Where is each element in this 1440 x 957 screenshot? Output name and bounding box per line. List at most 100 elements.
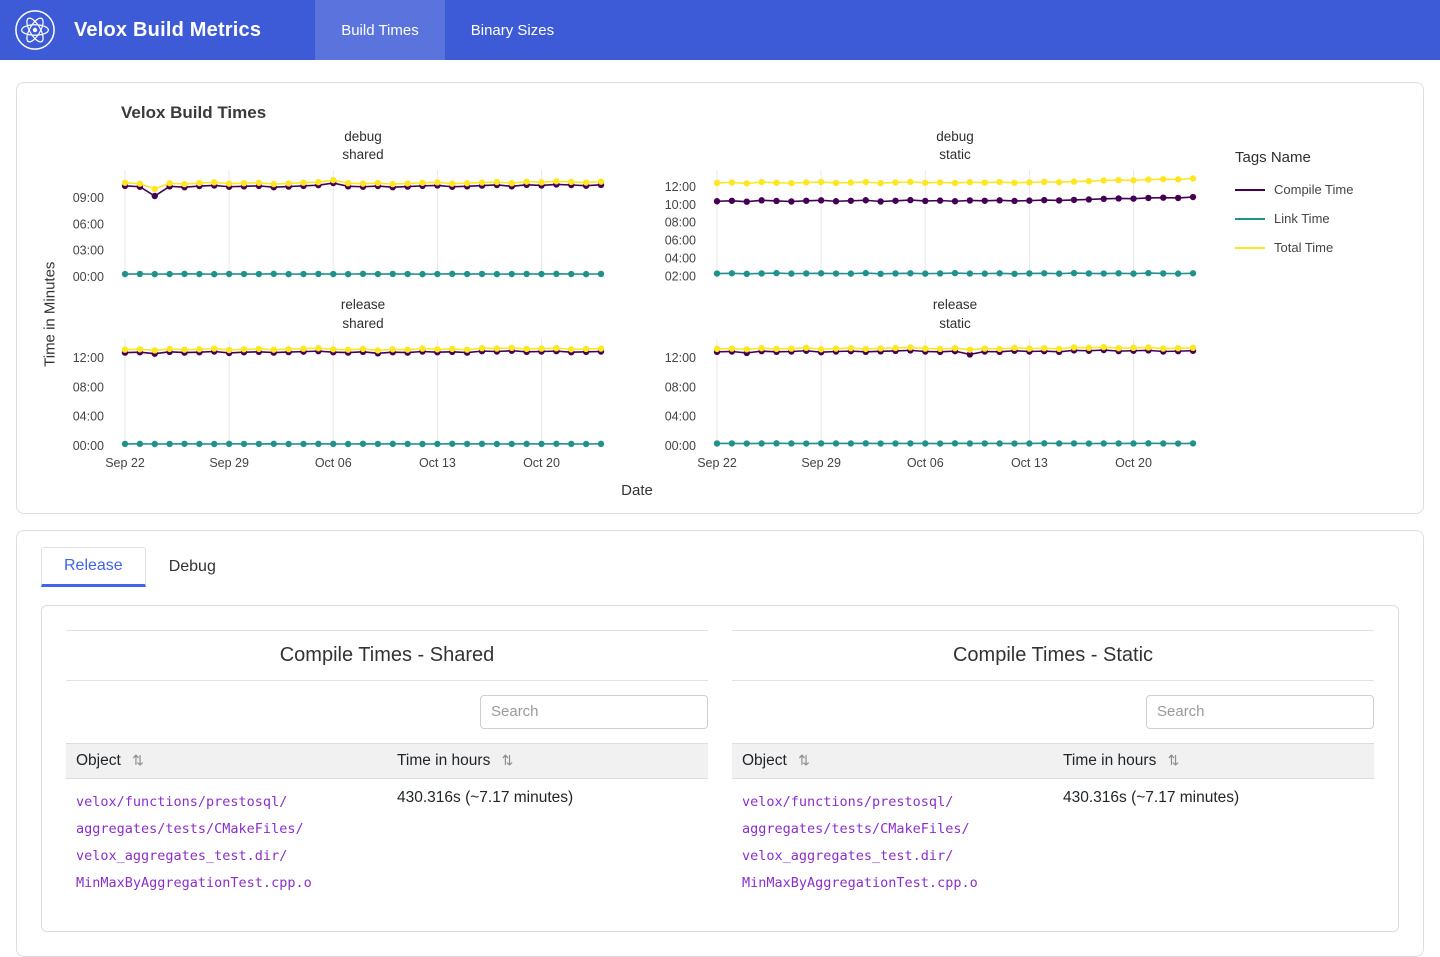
column-header-time[interactable]: Time in hours ⇅: [1053, 743, 1374, 778]
header-row: Object ⇅ Time in hours ⇅: [732, 743, 1374, 778]
column-label: Object: [76, 752, 121, 769]
legend-item-compile-time[interactable]: Compile Time: [1235, 182, 1385, 197]
tab-debug[interactable]: Debug: [146, 547, 239, 587]
svg-text:00:00: 00:00: [73, 439, 104, 453]
facet-title: debugstatic: [705, 123, 1205, 166]
column-header-time[interactable]: Time in hours ⇅: [387, 743, 708, 778]
svg-text:12:00: 12:00: [665, 180, 696, 194]
facet-grid: debugshared 00:00 03:00 06:00 09:00 debugstat…: [63, 123, 1211, 482]
legend-swatch: [1235, 218, 1265, 220]
svg-text:00:00: 00:00: [73, 271, 104, 285]
navbar: Velox Build Metrics Build Times Binary S…: [0, 0, 1440, 60]
table-title-shared: Compile Times - Shared: [66, 630, 708, 681]
x-axis-label: Date: [63, 482, 1211, 499]
svg-text:Sep 29: Sep 29: [209, 456, 249, 470]
svg-text:Sep 29: Sep 29: [801, 456, 841, 470]
facet-plot[interactable]: 02:00 04:00 06:00 08:00 10:00 12:00: [655, 166, 1211, 286]
svg-text:06:00: 06:00: [665, 234, 696, 248]
svg-text:Oct 13: Oct 13: [1011, 456, 1048, 470]
chart-title: Velox Build Times: [121, 103, 1403, 123]
svg-text:Sep 22: Sep 22: [105, 456, 145, 470]
compile-times-panel: Release Debug Compile Times - Shared Obj…: [16, 530, 1424, 957]
legend-label: Total Time: [1274, 240, 1333, 255]
column-label: Time in hours: [397, 752, 490, 769]
facet-release-static: releasestatic Sep 22 Sep 29 Oct 06 Oct 13 Oct…: [655, 291, 1211, 481]
legend-item-total-time[interactable]: Total Time: [1235, 240, 1385, 255]
legend-title: Tags Name: [1235, 149, 1385, 166]
svg-text:00:00: 00:00: [665, 439, 696, 453]
atom-logo-icon[interactable]: [14, 9, 56, 51]
facet-title: debugshared: [113, 123, 613, 166]
svg-text:12:00: 12:00: [665, 351, 696, 365]
data-table-shared: Object ⇅ Time in hours ⇅ velox/func: [66, 743, 708, 907]
column-header-object[interactable]: Object ⇅: [732, 743, 1053, 778]
facet-debug-shared: debugshared 00:00 03:00 06:00 09:00: [63, 123, 619, 291]
legend-items: Compile Time Link Time Total Time: [1235, 182, 1385, 255]
sort-icon[interactable]: ⇅: [1168, 752, 1180, 768]
tables-container: Compile Times - Shared Object ⇅ Time in …: [41, 605, 1399, 932]
sort-icon[interactable]: ⇅: [798, 752, 810, 768]
build-type-tabs: Release Debug: [41, 547, 1399, 587]
time-value: 430.316s (~7.17 minutes): [387, 778, 708, 907]
chart-legend: Tags Name Compile Time Link Time Total Tim…: [1235, 149, 1385, 505]
svg-text:08:00: 08:00: [665, 380, 696, 394]
nav-tab-build-times[interactable]: Build Times: [315, 0, 445, 60]
header-row: Object ⇅ Time in hours ⇅: [66, 743, 708, 778]
facet-plot[interactable]: 00:00 03:00 06:00 09:00: [63, 166, 619, 286]
compile-times-static-table: Compile Times - Static Object ⇅ Time in …: [732, 630, 1374, 907]
legend-label: Link Time: [1274, 211, 1330, 226]
svg-text:Oct 20: Oct 20: [523, 456, 560, 470]
search-input-shared[interactable]: [480, 695, 708, 729]
svg-text:03:00: 03:00: [73, 244, 104, 258]
svg-text:08:00: 08:00: [665, 216, 696, 230]
svg-text:08:00: 08:00: [73, 380, 104, 394]
facet-area: debugshared 00:00 03:00 06:00 09:00 debugstat…: [63, 123, 1211, 505]
time-value: 430.316s (~7.17 minutes): [1053, 778, 1374, 907]
search-input-static[interactable]: [1146, 695, 1374, 729]
nav-tab-binary-sizes[interactable]: Binary Sizes: [445, 0, 580, 60]
app-title: Velox Build Metrics: [74, 19, 261, 42]
svg-text:Oct 13: Oct 13: [419, 456, 456, 470]
facet-plot[interactable]: Sep 22 Sep 29 Oct 06 Oct 13 Oct 20 00:00 04:00…: [655, 335, 1211, 477]
svg-text:04:00: 04:00: [665, 410, 696, 424]
svg-text:04:00: 04:00: [73, 410, 104, 424]
svg-text:06:00: 06:00: [73, 218, 104, 232]
compile-times-shared-table: Compile Times - Shared Object ⇅ Time in …: [66, 630, 708, 907]
object-link[interactable]: velox/functions/prestosql/ aggregates/te…: [742, 789, 1043, 897]
table-row: velox/functions/prestosql/ aggregates/te…: [732, 778, 1374, 907]
sort-icon[interactable]: ⇅: [502, 752, 514, 768]
search-row: [66, 681, 708, 743]
column-label: Object: [742, 752, 787, 769]
facet-plot[interactable]: Sep 22 Sep 29 Oct 06 Oct 13 Oct 20 00:00 04:00…: [63, 335, 619, 477]
table-row: velox/functions/prestosql/ aggregates/te…: [66, 778, 708, 907]
search-row: [732, 681, 1374, 743]
build-times-chart-card: Velox Build Times Time in Minutes debugs…: [16, 82, 1424, 514]
facet-release-shared: releaseshared Sep 22 Sep 29 Oct 06 Oct 13 Oct…: [63, 291, 619, 481]
facet-title: releaseshared: [113, 291, 613, 334]
svg-text:02:00: 02:00: [665, 270, 696, 284]
nav-tabs: Build Times Binary Sizes: [315, 0, 580, 60]
svg-text:10:00: 10:00: [665, 198, 696, 212]
column-label: Time in hours: [1063, 752, 1156, 769]
chart-layout: Time in Minutes debugshared 00:00 03:00 06:…: [37, 123, 1403, 505]
object-link[interactable]: velox/functions/prestosql/ aggregates/te…: [76, 789, 377, 897]
legend-item-link-time[interactable]: Link Time: [1235, 211, 1385, 226]
svg-text:04:00: 04:00: [665, 252, 696, 266]
y-axis-label: Time in Minutes: [37, 123, 63, 505]
legend-label: Compile Time: [1274, 182, 1353, 197]
column-header-object[interactable]: Object ⇅: [66, 743, 387, 778]
svg-text:Sep 22: Sep 22: [697, 456, 737, 470]
table-title-static: Compile Times - Static: [732, 630, 1374, 681]
sort-icon[interactable]: ⇅: [132, 752, 144, 768]
tab-release[interactable]: Release: [41, 547, 146, 587]
data-table-static: Object ⇅ Time in hours ⇅ velox/func: [732, 743, 1374, 907]
svg-text:Oct 06: Oct 06: [907, 456, 944, 470]
svg-text:Oct 06: Oct 06: [315, 456, 352, 470]
legend-swatch: [1235, 189, 1265, 191]
facet-title: releasestatic: [705, 291, 1205, 334]
facet-debug-static: debugstatic 02:00 04:00 06:00 08:00 10:00 12:0…: [655, 123, 1211, 291]
svg-text:12:00: 12:00: [73, 351, 104, 365]
legend-swatch: [1235, 247, 1265, 249]
svg-text:Oct 20: Oct 20: [1115, 456, 1152, 470]
svg-text:09:00: 09:00: [73, 191, 104, 205]
